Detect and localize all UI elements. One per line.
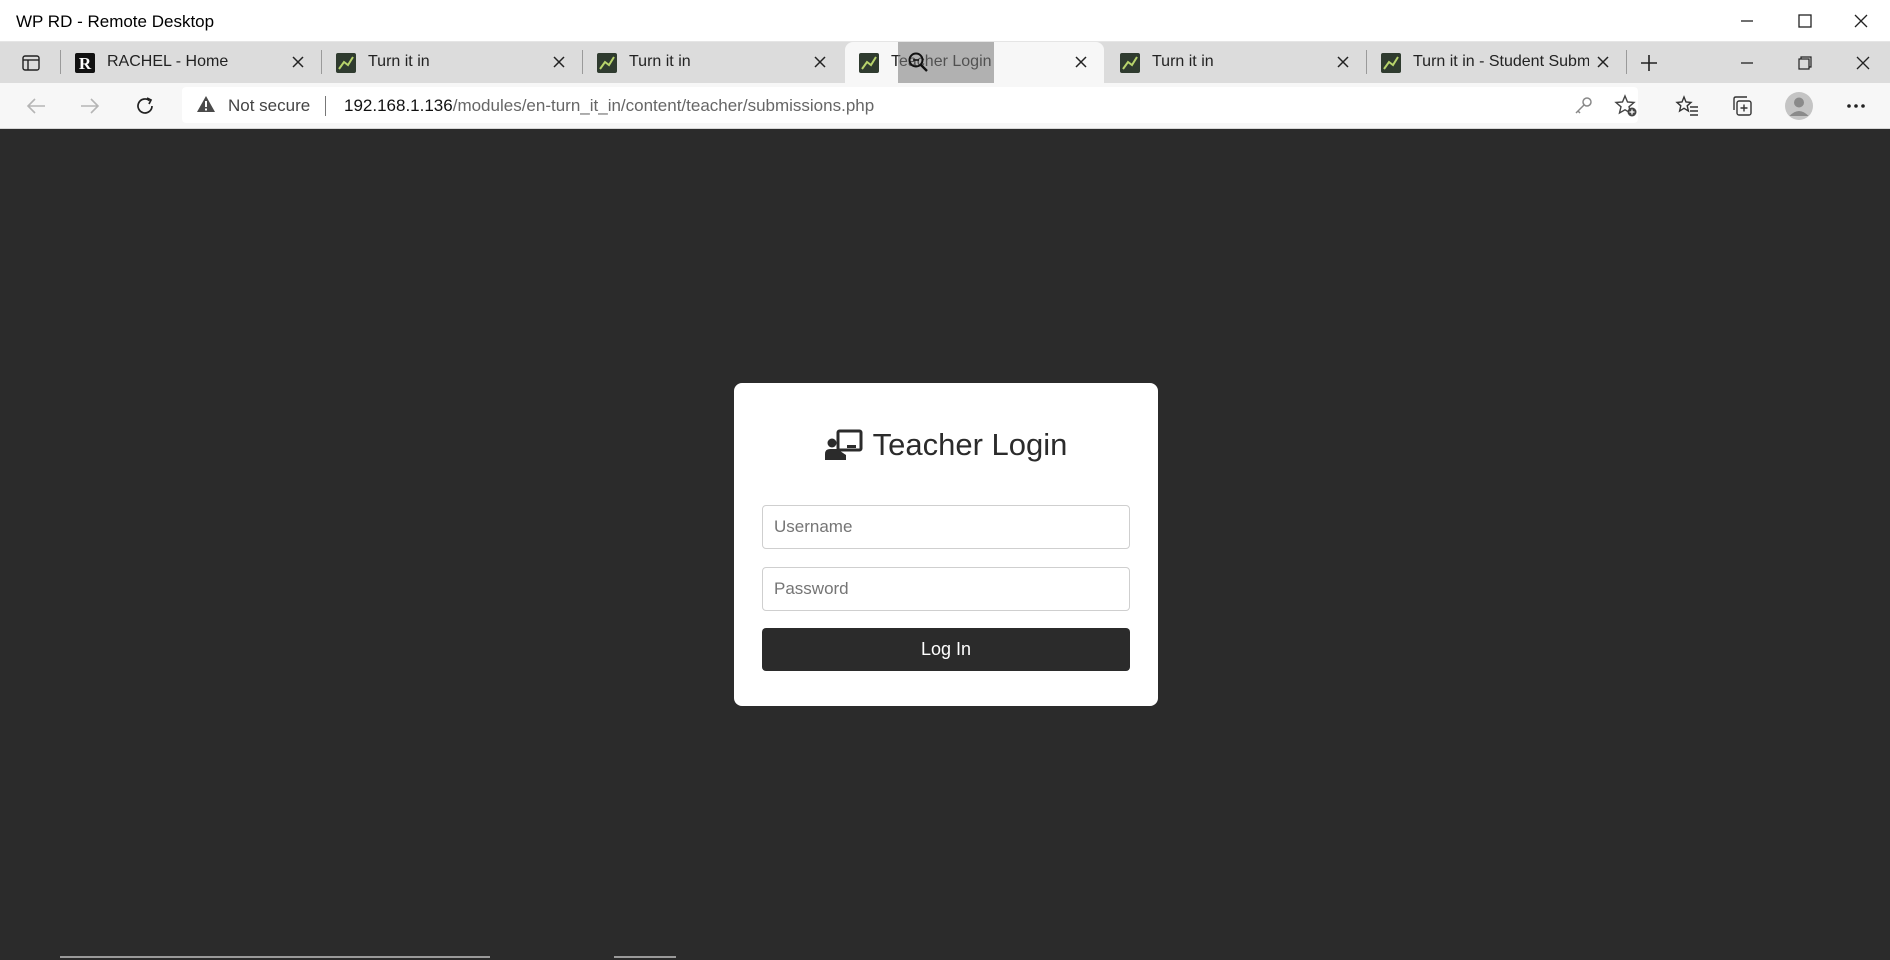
key-icon[interactable] xyxy=(1573,96,1593,116)
settings-more-button[interactable] xyxy=(1839,89,1873,123)
avatar-icon xyxy=(1785,92,1813,120)
tab-student-submissions[interactable]: Turn it in - Student Submis xyxy=(1367,42,1626,83)
tab-close-button[interactable] xyxy=(287,51,309,73)
turn-it-in-icon xyxy=(1381,53,1401,73)
window-title: WP RD - Remote Desktop xyxy=(16,12,215,31)
maximize-icon xyxy=(1798,14,1812,28)
remote-desktop-titlebar: WP RD - Remote Desktop xyxy=(0,0,1890,42)
back-button[interactable] xyxy=(19,89,53,123)
minimize-button[interactable] xyxy=(1718,0,1776,42)
turn-it-in-icon xyxy=(1120,53,1140,73)
turn-it-in-icon xyxy=(336,53,356,73)
close-icon xyxy=(1856,56,1870,70)
rachel-r-icon: R xyxy=(75,53,95,73)
close-icon xyxy=(814,56,826,68)
page-content: Teacher Login Log In xyxy=(0,129,1890,960)
close-icon xyxy=(1337,56,1349,68)
url-text[interactable]: 192.168.1.136/modules/en-turn_it_in/cont… xyxy=(344,96,874,116)
tab-label: Turn it in - Student Submis xyxy=(1413,53,1589,70)
url-path: /modules/en-turn_it_in/content/teacher/s… xyxy=(452,96,875,115)
tab-close-button[interactable] xyxy=(1332,51,1354,73)
tab-close-button[interactable] xyxy=(548,51,570,73)
taskbar-edge-line xyxy=(60,956,490,958)
url-host: 192.168.1.136 xyxy=(344,96,453,115)
password-field[interactable] xyxy=(762,567,1130,611)
collections-button[interactable] xyxy=(1725,89,1759,123)
add-favorite-icon[interactable] xyxy=(1614,94,1638,118)
login-heading: Teacher Login xyxy=(734,424,1158,466)
zoom-cursor-icon xyxy=(908,52,928,72)
favorites-icon xyxy=(1675,95,1698,116)
back-arrow-icon xyxy=(26,98,45,114)
tab-drag-highlight xyxy=(898,42,994,83)
maximize-button[interactable] xyxy=(1776,0,1834,42)
tab-close-button[interactable] xyxy=(809,51,831,73)
close-icon xyxy=(292,56,304,68)
refresh-icon xyxy=(137,97,153,114)
tab-actions-button[interactable] xyxy=(14,46,48,80)
minimize-icon xyxy=(1741,62,1753,64)
browser-toolbar: Not secure 192.168.1.136/modules/en-turn… xyxy=(0,83,1890,129)
svg-text:R: R xyxy=(79,54,92,73)
close-button[interactable] xyxy=(1832,0,1890,42)
new-tab-button[interactable] xyxy=(1632,46,1666,80)
login-card: Teacher Login Log In xyxy=(734,383,1158,706)
chalkboard-teacher-icon xyxy=(824,429,863,460)
favorites-button[interactable] xyxy=(1670,89,1704,123)
turn-it-in-icon xyxy=(859,53,879,73)
close-icon xyxy=(553,56,565,68)
tab-turn-it-in-1[interactable]: Turn it in xyxy=(322,42,582,83)
forward-arrow-icon xyxy=(81,98,100,114)
tab-label: RACHEL - Home xyxy=(107,53,229,70)
tab-turn-it-in-2[interactable]: Turn it in xyxy=(583,42,843,83)
security-status[interactable]: Not secure xyxy=(228,96,310,116)
profile-button[interactable] xyxy=(1782,89,1816,123)
close-icon xyxy=(1854,14,1868,28)
tab-turn-it-in-3[interactable]: Turn it in xyxy=(1106,42,1366,83)
address-bar[interactable]: Not secure 192.168.1.136/modules/en-turn… xyxy=(182,87,1638,123)
more-dots-icon xyxy=(1847,104,1865,108)
turn-it-in-icon xyxy=(597,53,617,73)
restore-icon xyxy=(1798,56,1812,70)
browser-close-button[interactable] xyxy=(1846,46,1880,80)
login-button[interactable]: Log In xyxy=(762,628,1130,671)
taskbar-edge-line xyxy=(614,956,676,958)
refresh-button[interactable] xyxy=(128,89,162,123)
warning-icon xyxy=(197,96,215,112)
tab-label: Turn it in xyxy=(629,53,691,70)
login-title: Teacher Login xyxy=(872,427,1068,462)
tab-label: Turn it in xyxy=(1152,53,1214,70)
tab-label: Turn it in xyxy=(368,53,430,70)
tab-close-button[interactable] xyxy=(1592,51,1614,73)
plus-icon xyxy=(1641,55,1657,71)
tab-close-button[interactable] xyxy=(1070,51,1092,73)
browser-minimize-button[interactable] xyxy=(1730,46,1764,80)
close-icon xyxy=(1597,56,1609,68)
browser-restore-button[interactable] xyxy=(1788,46,1822,80)
minimize-icon xyxy=(1741,20,1753,22)
close-icon xyxy=(1075,56,1087,68)
tab-rachel-home[interactable]: R RACHEL - Home xyxy=(61,42,321,83)
tab-actions-icon xyxy=(22,55,40,71)
forward-button[interactable] xyxy=(73,89,107,123)
username-field[interactable] xyxy=(762,505,1130,549)
collections-icon xyxy=(1733,96,1752,116)
